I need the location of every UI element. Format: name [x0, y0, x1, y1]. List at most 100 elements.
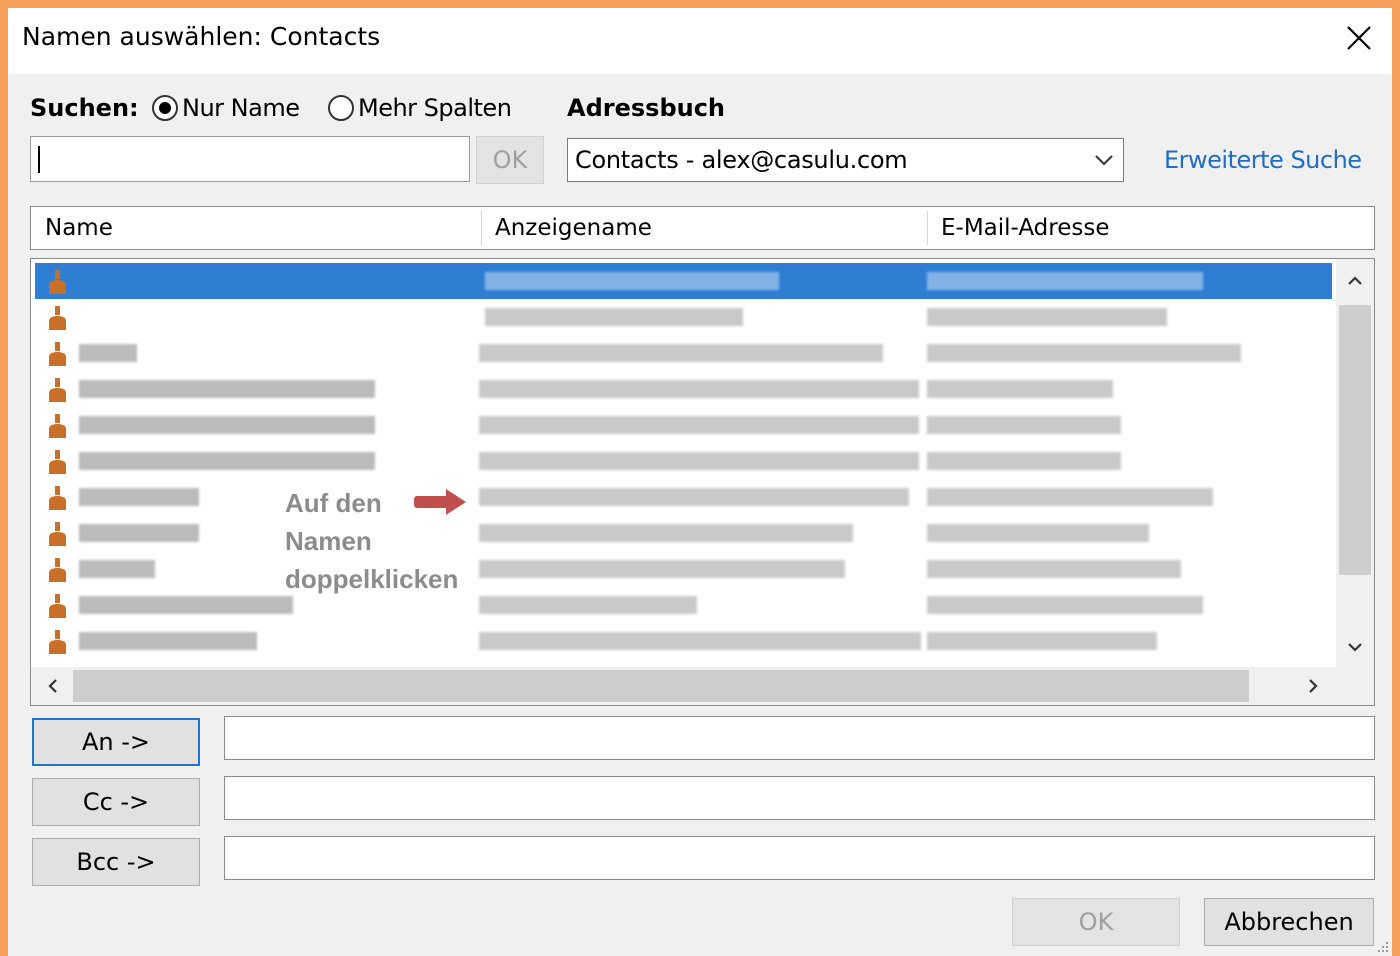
blurred-email [927, 380, 1113, 398]
table-row[interactable] [35, 407, 1332, 443]
user-icon [49, 558, 66, 582]
blurred-display-name [479, 524, 853, 542]
blurred-name [79, 344, 137, 362]
radio-name-only-indicator[interactable] [152, 95, 178, 121]
ok-button[interactable]: OK [1012, 898, 1180, 946]
chevron-left-icon [48, 679, 57, 693]
user-icon [49, 450, 66, 474]
user-icon [49, 486, 66, 510]
to-button[interactable]: An -> [32, 718, 200, 766]
blurred-email [927, 632, 1157, 650]
table-row[interactable] [35, 263, 1332, 299]
blurred-name [79, 524, 199, 542]
contacts-list[interactable] [30, 258, 1375, 706]
search-ok-label: OK [492, 146, 528, 174]
table-row[interactable] [35, 371, 1332, 407]
blurred-name [79, 416, 375, 434]
search-input[interactable] [30, 136, 470, 182]
radio-more-columns-label: Mehr Spalten [358, 94, 512, 122]
table-row[interactable] [35, 515, 1332, 551]
user-icon [49, 630, 66, 654]
blurred-email [927, 452, 1121, 470]
column-header-email[interactable]: E-Mail-Adresse [927, 207, 1367, 249]
cancel-button[interactable]: Abbrechen [1204, 898, 1374, 946]
blurred-email [927, 596, 1203, 614]
addressbook-dropdown[interactable]: Contacts - alex@casulu.com [567, 138, 1124, 182]
blurred-email [927, 560, 1181, 578]
ok-button-label: OK [1078, 908, 1114, 936]
arrow-right-icon [414, 489, 466, 515]
chevron-right-icon [1309, 679, 1318, 693]
blurred-display-name [479, 596, 697, 614]
blurred-email [927, 524, 1149, 542]
user-icon [49, 522, 66, 546]
radio-more-columns[interactable]: Mehr Spalten [328, 94, 512, 122]
blurred-name [79, 380, 375, 398]
table-row[interactable] [35, 443, 1332, 479]
blurred-display-name [479, 632, 921, 650]
table-row[interactable] [35, 587, 1332, 623]
scroll-right-button[interactable] [1293, 667, 1333, 705]
addressbook-label: Adressbuch [567, 94, 726, 122]
blurred-name [79, 452, 375, 470]
to-button-label: An -> [81, 728, 151, 756]
vertical-scrollbar[interactable] [1336, 259, 1374, 667]
radio-name-only[interactable]: Nur Name [152, 94, 300, 122]
radio-more-columns-indicator[interactable] [328, 95, 354, 121]
blurred-display-name [479, 416, 919, 434]
close-icon [1347, 26, 1371, 50]
search-ok-button[interactable]: OK [476, 136, 544, 184]
table-row[interactable] [35, 299, 1332, 335]
blurred-display-name [485, 308, 743, 326]
title-bar: Namen auswählen: Contacts [8, 8, 1392, 74]
close-button[interactable] [1326, 8, 1392, 68]
scroll-left-button[interactable] [33, 667, 73, 705]
vertical-scroll-thumb[interactable] [1339, 305, 1371, 575]
column-header-name[interactable]: Name [31, 207, 481, 249]
cc-button-label: Cc -> [82, 788, 150, 816]
user-icon [49, 414, 66, 438]
window-title: Namen auswählen: Contacts [22, 22, 381, 51]
blurred-display-name [479, 560, 845, 578]
radio-name-only-label: Nur Name [182, 94, 300, 122]
annotation-line: Namen [285, 526, 372, 556]
search-label: Suchen: [30, 94, 139, 122]
user-icon [49, 270, 66, 294]
select-names-dialog: Namen auswählen: Contacts Suchen: Nur Na… [8, 8, 1392, 956]
text-caret [38, 146, 40, 173]
bcc-button-label: Bcc -> [76, 848, 156, 876]
advanced-search-link[interactable]: Erweiterte Suche [1164, 146, 1362, 174]
cc-button[interactable]: Cc -> [32, 778, 200, 826]
table-row[interactable] [35, 551, 1332, 587]
blurred-display-name [479, 344, 883, 362]
table-row[interactable] [35, 335, 1332, 371]
blurred-email [927, 308, 1167, 326]
chevron-down-icon [1348, 643, 1362, 652]
table-row[interactable] [35, 479, 1332, 515]
blurred-name [79, 488, 199, 506]
blurred-display-name [485, 272, 779, 290]
to-field[interactable] [224, 716, 1375, 760]
blurred-name [79, 596, 293, 614]
horizontal-scroll-thumb[interactable] [73, 670, 1249, 702]
column-header-display-name[interactable]: Anzeigename [481, 207, 927, 249]
column-email-label: E-Mail-Adresse [941, 215, 1110, 241]
blurred-display-name [479, 452, 919, 470]
scroll-down-button[interactable] [1336, 629, 1374, 665]
horizontal-scrollbar[interactable] [31, 667, 1374, 705]
blurred-email [927, 272, 1203, 290]
column-display-name-label: Anzeigename [495, 215, 652, 241]
resize-grip-icon[interactable] [1376, 940, 1390, 954]
chevron-up-icon [1348, 276, 1362, 285]
scroll-up-button[interactable] [1336, 263, 1374, 299]
chevron-down-icon [1095, 155, 1113, 166]
blurred-email [927, 344, 1241, 362]
bcc-button[interactable]: Bcc -> [32, 838, 200, 886]
bcc-field[interactable] [224, 836, 1375, 880]
addressbook-selected: Contacts - alex@casulu.com [575, 146, 908, 174]
cc-field[interactable] [224, 776, 1375, 820]
table-row[interactable] [35, 623, 1332, 659]
blurred-display-name [479, 488, 909, 506]
user-icon [49, 306, 66, 330]
user-icon [49, 378, 66, 402]
